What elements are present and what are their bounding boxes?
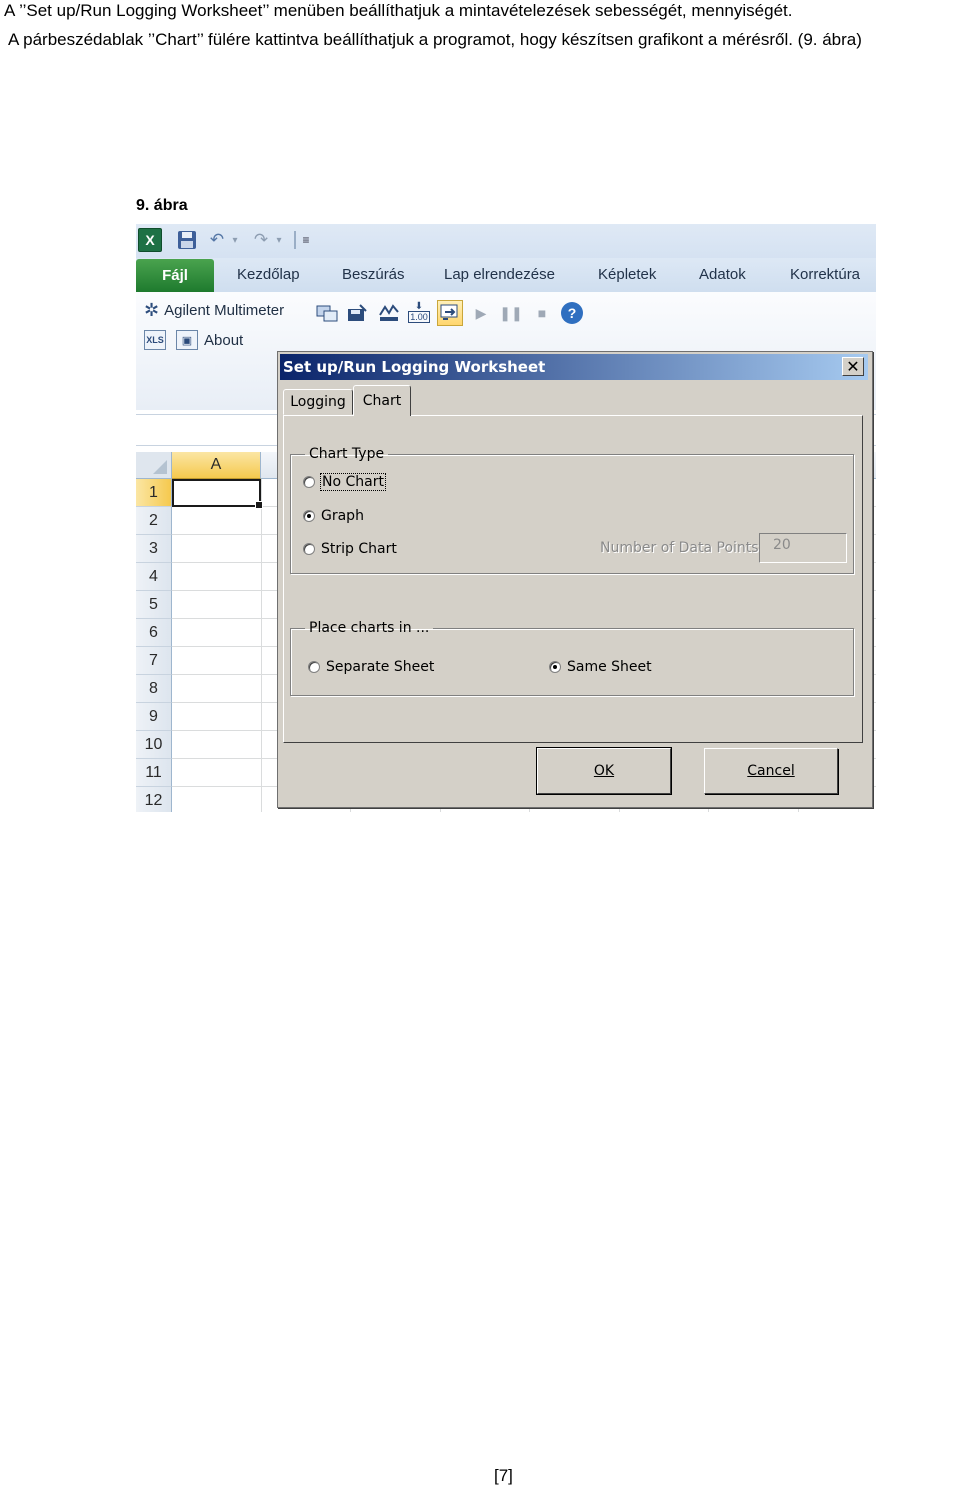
tab-logging[interactable]: Logging [283, 389, 353, 415]
radio-circle-icon [303, 543, 315, 555]
agilent-multimeter-label: Agilent Multimeter [164, 302, 285, 319]
same-sheet-label: Same Sheet [567, 659, 652, 675]
radio-selected-icon [303, 510, 315, 522]
place-charts-group: Place charts in ... [290, 620, 854, 696]
display-value-icon[interactable]: ⬇ 1.00 [406, 300, 432, 326]
row-header[interactable]: 6 [136, 619, 172, 647]
chart-tab-panel: Chart Type No Chart Graph Strip Chart Nu… [283, 415, 863, 743]
row-header[interactable]: 12 [136, 787, 172, 812]
separate-sheet-label: Separate Sheet [326, 659, 435, 675]
connect-icon[interactable] [314, 300, 340, 326]
stop-icon[interactable]: ■ [529, 300, 555, 326]
excel-screenshot: X ↶ ▾ ↷ ▾ ≡ Fájl Kezdőlap Beszúrás Lap e… [136, 224, 876, 812]
setup-logging-dialog: Set up/Run Logging Worksheet ✕ Logging C… [277, 351, 873, 808]
dialog-title: Set up/Run Logging Worksheet [283, 358, 546, 376]
graph-label: Graph [321, 508, 364, 524]
row-header[interactable]: 2 [136, 507, 172, 535]
tab-home[interactable]: Kezdőlap [237, 266, 300, 283]
toolbar-separator [294, 231, 296, 249]
agilent-multimeter-button[interactable]: ✲ Agilent Multimeter [144, 300, 284, 321]
about-icon: ▣ [176, 330, 198, 350]
dialog-titlebar[interactable]: Set up/Run Logging Worksheet ✕ [280, 354, 868, 380]
tab-insert[interactable]: Beszúrás [342, 266, 405, 283]
about-button[interactable]: ▣ About [176, 330, 243, 350]
graph-radio[interactable]: Graph [303, 508, 364, 524]
column-header-a[interactable]: A [172, 452, 261, 479]
xls-button[interactable]: XLS [144, 330, 172, 350]
active-cell-a1[interactable] [172, 479, 263, 509]
row-header[interactable]: 10 [136, 731, 172, 759]
redo-icon[interactable]: ↷ [250, 229, 272, 251]
logging-worksheet-icon[interactable] [437, 300, 463, 326]
separate-sheet-radio[interactable]: Separate Sheet [308, 659, 434, 675]
row-header[interactable]: 8 [136, 675, 172, 703]
page-number: [7] [494, 1466, 513, 1485]
intro-paragraph-1: A ’’Set up/Run Logging Worksheet’’ menüb… [4, 1, 793, 20]
help-icon[interactable]: ? [559, 300, 585, 326]
setup-icon[interactable] [344, 300, 370, 326]
same-sheet-radio[interactable]: Same Sheet [549, 659, 652, 675]
chart-type-legend: Chart Type [309, 446, 385, 462]
quick-access-toolbar: X ↶ ▾ ↷ ▾ ≡ [136, 224, 876, 258]
tab-data[interactable]: Adatok [699, 266, 746, 283]
tab-review[interactable]: Korrektúra [790, 266, 860, 283]
ok-button[interactable]: OK [536, 747, 672, 795]
data-points-input[interactable]: 20 [759, 533, 847, 563]
radio-circle-icon [308, 661, 320, 673]
tab-chart[interactable]: Chart [353, 385, 411, 416]
strip-chart-label: Strip Chart [321, 541, 397, 557]
row-header[interactable]: 1 [136, 479, 172, 507]
no-chart-label: No Chart [320, 473, 386, 491]
xls-icon: XLS [144, 330, 166, 350]
row-header[interactable]: 5 [136, 591, 172, 619]
row-header[interactable]: 11 [136, 759, 172, 787]
row-header[interactable]: 9 [136, 703, 172, 731]
save-icon[interactable] [176, 229, 198, 251]
radio-selected-icon [549, 661, 561, 673]
no-chart-radio[interactable]: No Chart [303, 473, 386, 491]
about-label: About [204, 331, 244, 349]
tab-formulas[interactable]: Képletek [598, 266, 656, 283]
run-icon[interactable]: ▶ [468, 300, 494, 326]
measure-icon[interactable] [376, 300, 402, 326]
intro-paragraph-2: A párbeszédablak ’’Chart’’ fülére kattin… [8, 30, 862, 49]
row-header[interactable]: 3 [136, 535, 172, 563]
row-header[interactable]: 7 [136, 647, 172, 675]
close-icon[interactable]: ✕ [842, 357, 864, 376]
strip-chart-radio[interactable]: Strip Chart [303, 541, 397, 557]
ribbon-tabs: Fájl Kezdőlap Beszúrás Lap elrendezése K… [136, 258, 876, 293]
select-all-corner[interactable] [136, 452, 172, 479]
undo-icon[interactable]: ↶ [206, 229, 228, 251]
multimeter-icon: ✲ [144, 300, 160, 320]
undo-dropdown-icon[interactable]: ▾ [229, 229, 241, 251]
tab-page-layout[interactable]: Lap elrendezése [444, 266, 555, 283]
place-charts-legend: Place charts in ... [309, 620, 430, 636]
row-header[interactable]: 4 [136, 563, 172, 591]
cancel-button[interactable]: Cancel [704, 748, 838, 794]
excel-logo-icon[interactable]: X [138, 228, 162, 252]
tab-file[interactable]: Fájl [136, 259, 214, 292]
data-points-label: Number of Data Points [600, 540, 759, 556]
customize-icon[interactable]: ≡ [299, 229, 313, 251]
figure-caption: 9. ábra [136, 197, 188, 214]
radio-circle-icon [303, 476, 315, 488]
redo-dropdown-icon[interactable]: ▾ [273, 229, 285, 251]
pause-icon[interactable]: ❚❚ [498, 300, 524, 326]
